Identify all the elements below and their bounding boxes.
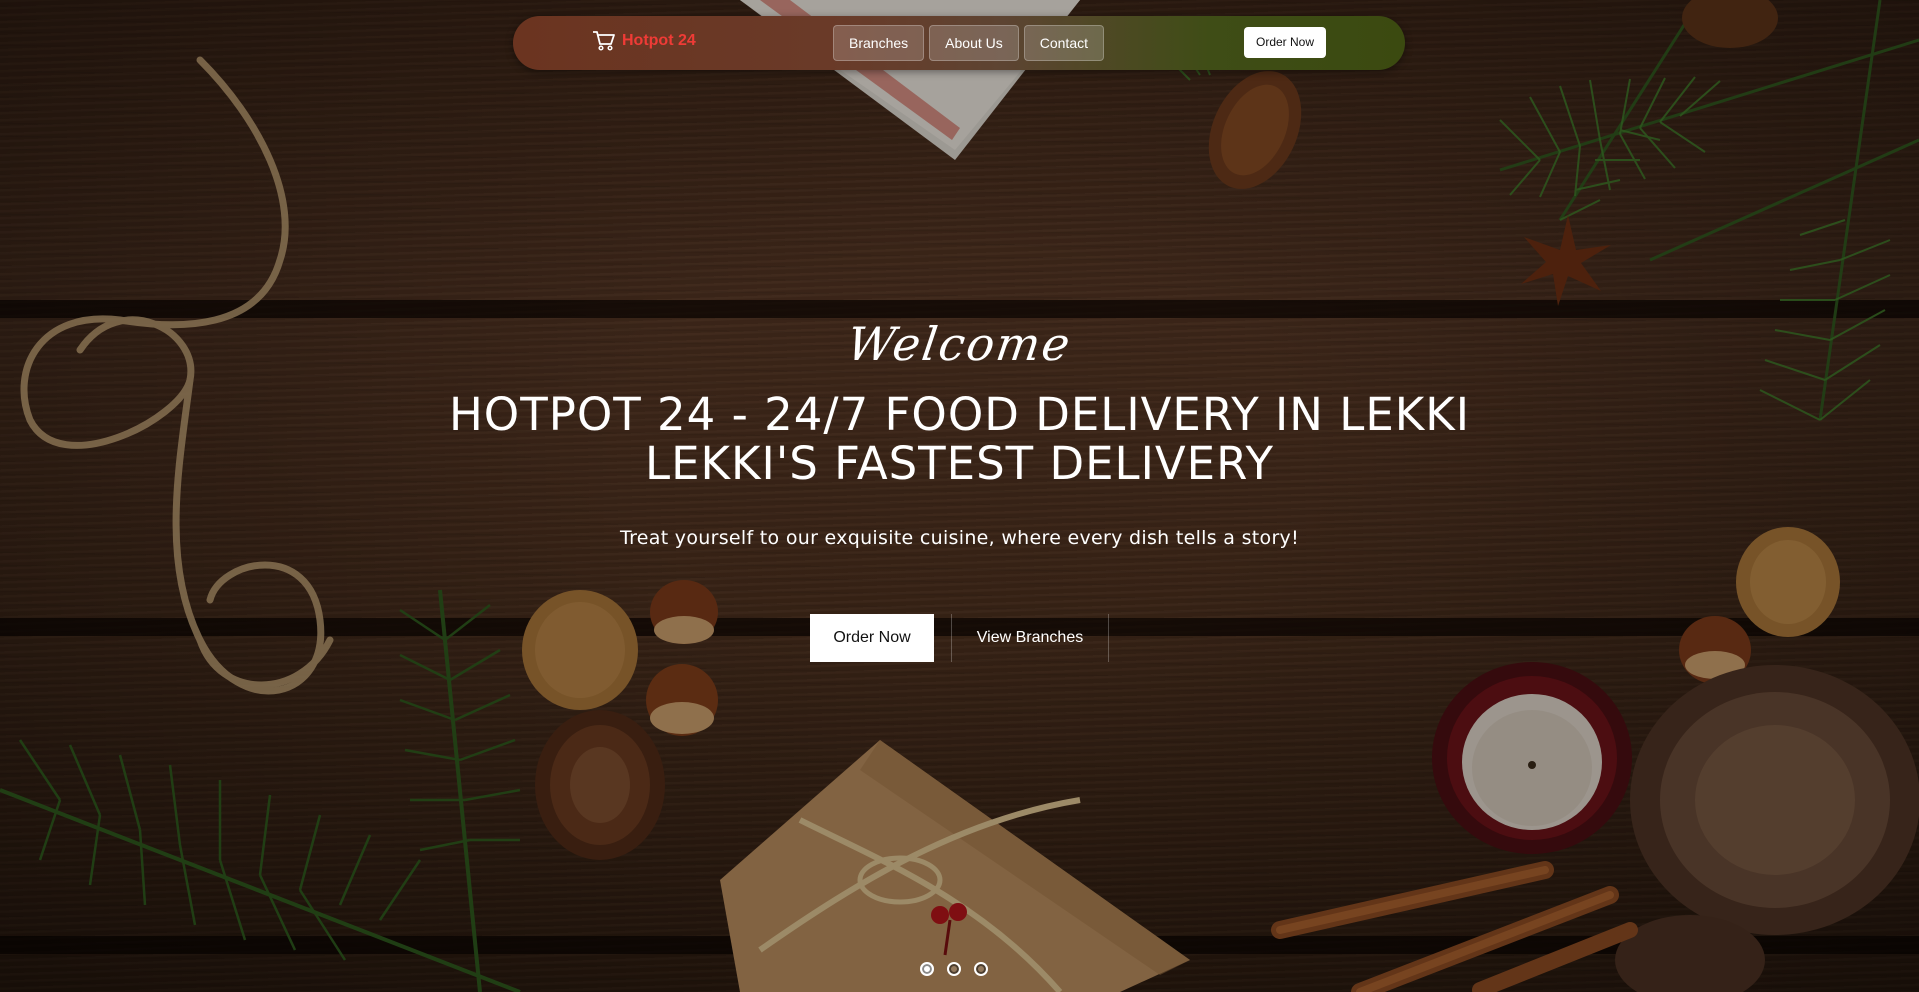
nav-link-about-us[interactable]: About Us [929,25,1019,61]
carousel-dot-1[interactable] [920,962,934,976]
hero-view-branches-button[interactable]: View Branches [951,614,1109,662]
nav-link-branches[interactable]: Branches [833,25,925,61]
nav-order-now-button[interactable]: Order Now [1244,27,1327,58]
brand-name: Hotpot 24 [622,32,696,49]
hero-tagline: Treat yourself to our exquisite cuisine,… [619,527,1300,549]
hero-welcome-text: Welcome [843,317,1076,371]
carousel-dot-3[interactable] [974,962,988,976]
top-navbar: Hotpot 24 Branches About Us Contact Orde… [513,16,1405,70]
brand-logo-link[interactable]: Hotpot 24 [592,30,696,52]
hero-headline-line-2: LEKKI'S FASTEST DELIVERY [645,437,1274,490]
hero-cta-group: Order Now View Branches [810,614,1109,662]
carousel-indicators [920,962,988,976]
nav-links: Branches About Us Contact [833,25,1104,61]
nav-link-contact[interactable]: Contact [1023,25,1104,61]
carousel-dot-2[interactable] [947,962,961,976]
cart-icon [593,31,615,51]
hero-headline: HOTPOT 24 - 24/7 FOOD DELIVERY IN LEKKI … [0,390,1919,488]
hero-section: Welcome HOTPOT 24 - 24/7 FOOD DELIVERY I… [0,317,1919,549]
hero-order-now-button[interactable]: Order Now [810,614,934,662]
hero-headline-line-1: HOTPOT 24 - 24/7 FOOD DELIVERY IN LEKKI [448,388,1471,441]
